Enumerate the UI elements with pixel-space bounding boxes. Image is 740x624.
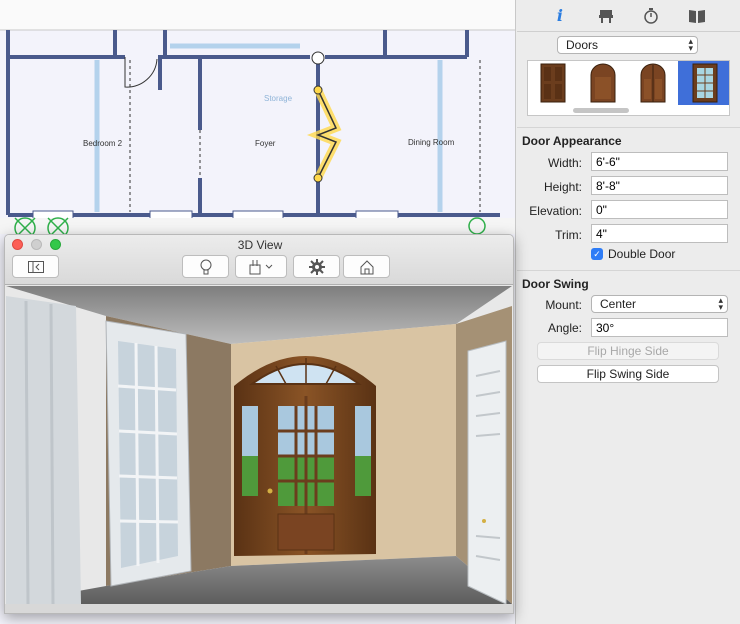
- door-gallery[interactable]: [527, 60, 730, 116]
- trim-label: Trim:: [555, 228, 582, 242]
- elevation-field[interactable]: [591, 200, 728, 219]
- 3d-view-window: 3D View: [4, 234, 514, 614]
- mount-select[interactable]: Center ▴ ▾: [591, 295, 728, 313]
- book-icon[interactable]: [686, 5, 708, 27]
- lightbulb-icon: [200, 259, 211, 274]
- glass-door-icon: [692, 63, 717, 103]
- door-thumb-arched-2[interactable]: [628, 61, 678, 105]
- gear-icon: [308, 258, 325, 275]
- panel-door-icon: [540, 63, 566, 103]
- room-label-bedroom: Bedroom 2: [83, 139, 123, 148]
- width-field[interactable]: [591, 152, 728, 171]
- door-appearance-title: Door Appearance: [522, 134, 622, 148]
- door-thumb-glass[interactable]: [678, 61, 729, 105]
- arched-door-2-icon: [640, 63, 666, 103]
- door-swing-title: Door Swing: [522, 277, 589, 291]
- flip-swing-side-button[interactable]: Flip Swing Side: [537, 365, 719, 383]
- 3d-foyer-scene: [6, 286, 512, 604]
- home-icon: [360, 259, 373, 274]
- flip-hinge-side-button[interactable]: Flip Hinge Side: [537, 342, 719, 360]
- window-title: 3D View: [237, 238, 283, 252]
- divider: [517, 270, 740, 271]
- lighting-button[interactable]: [182, 255, 229, 278]
- category-select[interactable]: Doors ▴ ▾: [557, 36, 698, 54]
- chevron-updown-icon: ▴ ▾: [718, 295, 723, 312]
- info-tab-label: i: [556, 6, 563, 25]
- divider: [517, 127, 740, 128]
- room-label-dining: Dining Room: [408, 138, 455, 147]
- room-label-foyer: Foyer: [255, 139, 276, 148]
- 3d-scene-render[interactable]: [6, 286, 512, 604]
- materials-button[interactable]: [235, 255, 287, 278]
- height-label: Height:: [543, 180, 582, 194]
- double-door-checkbox[interactable]: ✓: [591, 248, 603, 260]
- angle-field[interactable]: [591, 318, 728, 337]
- home-view-button[interactable]: [343, 255, 390, 278]
- gallery-scrollbar[interactable]: [573, 108, 629, 113]
- stopwatch-icon[interactable]: [640, 5, 662, 27]
- chair-icon[interactable]: [595, 5, 617, 27]
- room-label-storage: Storage: [264, 94, 293, 103]
- angle-label: Angle:: [547, 321, 582, 335]
- double-door-label: Double Door: [608, 247, 676, 261]
- door-thumb-arched[interactable]: [578, 61, 628, 105]
- paint-brush-icon: [249, 259, 273, 274]
- trim-field[interactable]: [591, 224, 728, 243]
- sidebar-icon: [27, 260, 44, 273]
- inspector-panel: i Doors ▴ ▾ Door Appearance Width: 6'-6"…: [517, 0, 740, 624]
- settings-button[interactable]: [293, 255, 340, 278]
- category-select-value: Doors: [566, 38, 599, 52]
- door-thumb-panel[interactable]: [528, 61, 578, 105]
- mount-label: Mount:: [545, 298, 582, 312]
- sidebar-toggle-button[interactable]: [12, 255, 59, 278]
- elevation-label: Elevation:: [529, 204, 582, 218]
- app-window: Bedroom 2 Foyer Dining Room Storage i Do…: [0, 0, 740, 624]
- 3d-view-titlebar[interactable]: 3D View: [5, 235, 513, 285]
- arched-door-icon: [590, 63, 616, 103]
- width-label: Width:: [547, 156, 582, 170]
- mount-select-value: Center: [600, 297, 637, 311]
- 3d-view-statusbar: [5, 604, 513, 613]
- info-icon[interactable]: i: [549, 5, 571, 27]
- height-field[interactable]: [591, 176, 728, 195]
- chevron-updown-icon: ▴ ▾: [688, 36, 693, 53]
- inspector-tab-bar: i: [517, 0, 740, 32]
